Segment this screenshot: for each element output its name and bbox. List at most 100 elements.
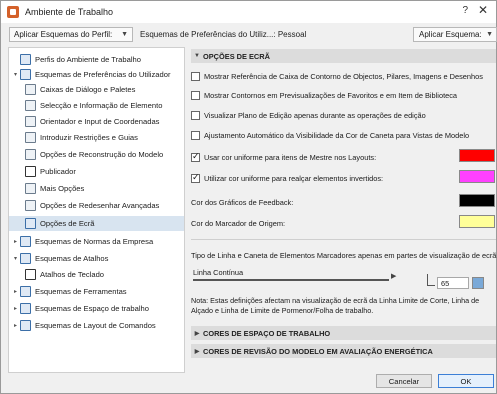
chevron-right-icon: ▶ [391, 273, 397, 280]
tree-item-selection[interactable]: Selecção e Informação de Elemento [25, 98, 162, 113]
profile-icon [20, 54, 31, 65]
apply-scheme-label: Aplicar Esquema: [419, 30, 482, 39]
section-screen-options[interactable]: ▼ OPÇÕES DE ECRÃ [191, 49, 496, 63]
feedback-color-label: Cor dos Gráficos de Feedback: [191, 198, 294, 207]
tree-item-shortcuts[interactable]: ▾ Esquemas de Atalhos [11, 251, 108, 266]
window-title: Ambiente de Trabalho [25, 7, 114, 17]
chevron-down-icon[interactable]: ▾ [11, 71, 20, 78]
dialog-icon [25, 84, 36, 95]
user-prefs-icon [20, 69, 31, 80]
option-label: Usar cor uniforme para itens de Mestre n… [204, 152, 377, 162]
apply-scheme-dropdown[interactable]: Aplicar Esquema: ▼ [413, 27, 497, 42]
marker-color-label: Cor do Marcador de Origem: [191, 219, 286, 228]
divider [191, 239, 496, 240]
option-label: Mostrar Referência de Caixa de Contorno … [204, 71, 483, 81]
workspace-dialog: Ambiente de Trabalho ? ✕ Aplicar Esquema… [0, 0, 497, 394]
tree-item-keyboard[interactable]: Atalhos de Teclado [25, 267, 104, 282]
section-title: OPÇÕES DE ECRÃ [203, 51, 270, 61]
highlight-color-swatch[interactable] [459, 170, 495, 183]
screen-options-panel: ▼ OPÇÕES DE ECRÃ Mostrar Referência de C… [191, 47, 497, 373]
option-label: Visualizar Plano de Edição apenas durant… [204, 110, 426, 120]
workspace-icon [20, 303, 31, 314]
tree-item-redraw[interactable]: Opções de Redesenhar Avançadas [25, 198, 159, 213]
chevron-right-icon: ▶ [194, 330, 200, 337]
tree-item-tools[interactable]: ▸ Esquemas de Ferramentas [11, 284, 127, 299]
tree-item-label: Mais Opções [40, 184, 85, 193]
chevron-down-icon: ▼ [121, 31, 128, 38]
section-energy-colors[interactable]: ▶ CORES DE REVISÃO DO MODELO EM AVALIAÇÃ… [191, 344, 496, 358]
guides-icon [25, 132, 36, 143]
checkbox[interactable] [191, 130, 200, 140]
apply-profile-dropdown[interactable]: Aplicar Esquemas do Perfil: ▼ [9, 27, 133, 42]
option-master-color[interactable]: Usar cor uniforme para itens de Mestre n… [191, 151, 376, 163]
option-edit-plane[interactable]: Visualizar Plano de Edição apenas durant… [191, 109, 426, 121]
note-text: Nota: Estas definições afectam na visual… [191, 296, 480, 315]
option-favorite-contours[interactable]: Mostrar Contornos em Previsualizações de… [191, 89, 457, 101]
tree-item-label: Esquemas de Ferramentas [35, 287, 127, 296]
section-workspace-colors[interactable]: ▶ CORES DE ESPAÇO DE TRABALHO [191, 326, 496, 340]
tree-item-company-standards[interactable]: ▸ Esquemas de Normas da Empresa [11, 234, 153, 249]
shortcuts-icon [20, 253, 31, 264]
linetype-preview [193, 279, 389, 281]
option-pen-visibility[interactable]: Ajustamento Automático da Visibilidade d… [191, 129, 469, 141]
tree-item-label: Esquemas de Normas da Empresa [35, 237, 154, 246]
tree-item-label: Selecção e Informação de Elemento [40, 101, 163, 110]
checkbox[interactable] [191, 71, 200, 81]
tree-item-label: Introduzir Restrições e Guias [40, 133, 138, 142]
tree-item-profiles[interactable]: Perfis do Ambiente de Trabalho [11, 52, 141, 67]
pen-color-swatch[interactable] [472, 277, 484, 289]
more-options-icon [25, 183, 36, 194]
tree-item-command-layout[interactable]: ▸ Esquemas de Layout de Comandos [11, 318, 156, 333]
tree-item-screen-options[interactable]: Opções de Ecrã [9, 216, 184, 231]
publisher-icon [25, 166, 36, 177]
tree-item-rebuild[interactable]: Opções de Reconstrução do Modelo [25, 147, 163, 162]
checkbox[interactable] [191, 151, 200, 162]
feedback-color-swatch[interactable] [459, 194, 495, 207]
selection-icon [25, 100, 36, 111]
chevron-down-icon: ▼ [486, 31, 493, 38]
tree-item-publisher[interactable]: Publicador [25, 164, 76, 179]
tree-item-guides[interactable]: Introduzir Restrições e Guias [25, 130, 138, 145]
option-label: Utilizar cor uniforme para realçar eleme… [204, 173, 384, 183]
option-highlight-color[interactable]: Utilizar cor uniforme para realçar eleme… [191, 172, 383, 184]
chevron-right-icon[interactable]: ▸ [11, 322, 20, 329]
tree-item-workspace[interactable]: ▸ Esquemas de Espaço de trabalho [11, 301, 149, 316]
section-title: CORES DE REVISÃO DO MODELO EM AVALIAÇÃO … [203, 346, 433, 356]
tree-item-tracker[interactable]: Orientador e Input de Coordenadas [25, 114, 159, 129]
chevron-right-icon[interactable]: ▸ [11, 288, 20, 295]
tree-item-label: Caixas de Diálogo e Paletes [40, 85, 136, 94]
linetype-value: Linha Contínua [193, 268, 244, 277]
tree-item-label: Esquemas de Atalhos [35, 254, 109, 263]
tree-item-label: Esquemas de Preferências do Utilizador [35, 70, 171, 79]
checkbox[interactable] [191, 90, 200, 100]
linetype-selector[interactable]: Linha Contínua ▶ [191, 266, 421, 292]
pen-icon [427, 274, 435, 286]
company-icon [20, 236, 31, 247]
checkbox[interactable] [191, 110, 200, 120]
close-icon[interactable]: ✕ [478, 3, 488, 17]
chevron-down-icon[interactable]: ▾ [11, 255, 20, 262]
tree-item-user-prefs[interactable]: ▾ Esquemas de Preferências do Utilizador [11, 67, 171, 82]
chevron-right-icon[interactable]: ▸ [11, 238, 20, 245]
tree-item-more-options[interactable]: Mais Opções [25, 181, 84, 196]
help-button[interactable]: ? [462, 5, 468, 16]
screen-icon [25, 218, 36, 229]
settings-tree: Perfis do Ambiente de Trabalho ▾ Esquema… [8, 47, 185, 373]
scheme-toolbar: Aplicar Esquemas do Perfil: ▼ Esquemas d… [1, 27, 497, 43]
tree-item-label: Opções de Redesenhar Avançadas [40, 201, 160, 210]
marker-color-swatch[interactable] [459, 215, 495, 228]
chevron-right-icon[interactable]: ▸ [11, 305, 20, 312]
pen-number-field[interactable]: 65 [437, 277, 469, 289]
ok-button[interactable]: OK [438, 374, 494, 388]
keyboard-icon [25, 269, 36, 280]
tree-item-dialogs[interactable]: Caixas de Diálogo e Paletes [25, 82, 135, 97]
app-icon [7, 6, 19, 18]
section-title: CORES DE ESPAÇO DE TRABALHO [203, 328, 331, 338]
checkbox[interactable] [191, 172, 200, 183]
option-bounding-box[interactable]: Mostrar Referência de Caixa de Contorno … [191, 70, 483, 82]
rebuild-icon [25, 149, 36, 160]
tracker-icon [25, 116, 36, 127]
cancel-button[interactable]: Cancelar [376, 374, 432, 388]
chevron-down-icon: ▼ [194, 53, 200, 59]
master-color-swatch[interactable] [459, 149, 495, 162]
